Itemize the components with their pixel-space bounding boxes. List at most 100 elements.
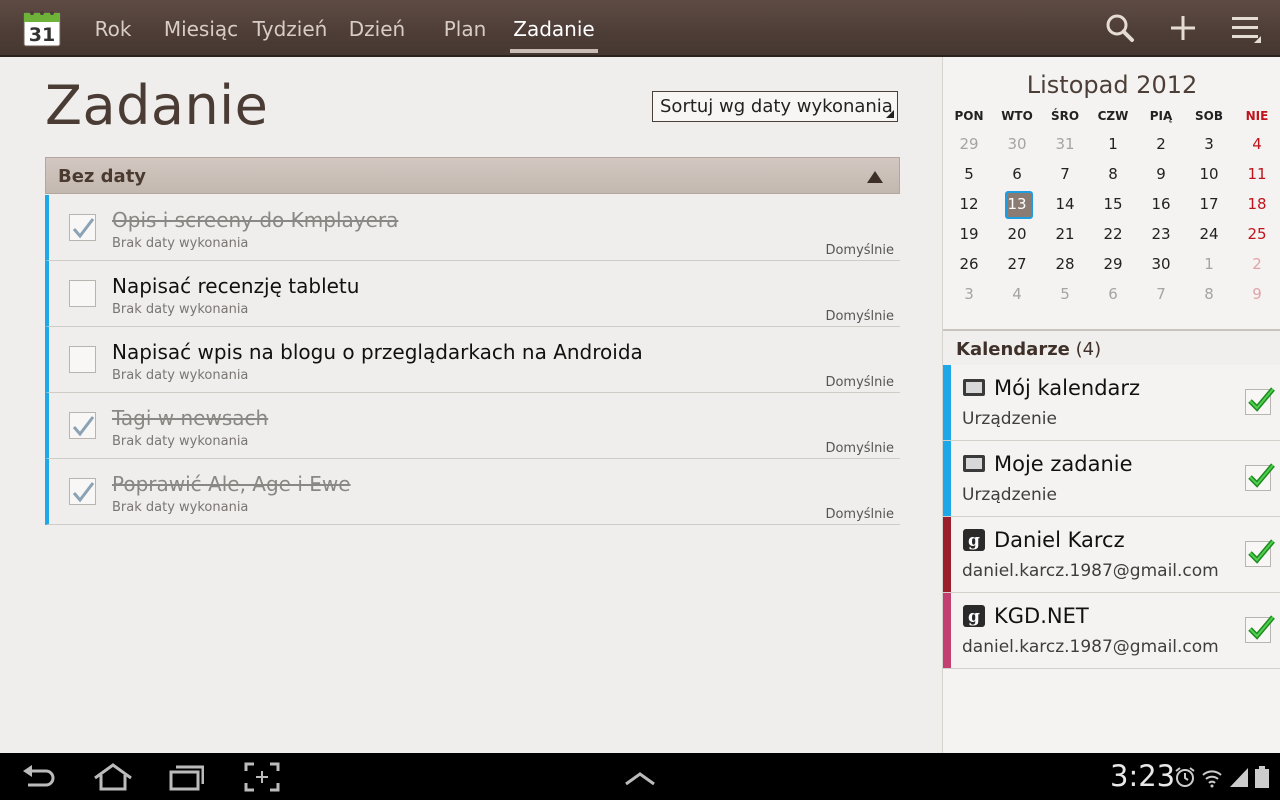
task-row[interactable]: Tagi w newsach Brak daty wykonania Domyś… bbox=[45, 393, 900, 459]
calendar-day[interactable]: 23 bbox=[1137, 221, 1185, 247]
dropdown-corner-icon bbox=[886, 110, 894, 118]
sort-dropdown-label: Sortuj wg daty wykonania bbox=[660, 96, 893, 117]
calendar-day[interactable]: 27 bbox=[993, 251, 1041, 277]
calendar-day[interactable]: 14 bbox=[1041, 191, 1089, 217]
calendar-day[interactable]: 18 bbox=[1233, 191, 1280, 217]
tab-dzien[interactable]: Dzień bbox=[348, 0, 406, 55]
screenshot-icon[interactable] bbox=[244, 762, 280, 792]
mini-calendar-month[interactable]: Listopad 2012 bbox=[943, 71, 1280, 99]
recent-apps-icon[interactable] bbox=[168, 762, 205, 792]
wifi-icon bbox=[1201, 766, 1223, 788]
calendar-day[interactable]: 7 bbox=[1041, 161, 1089, 187]
calendar-day[interactable]: 3 bbox=[1185, 131, 1233, 157]
calendars-header[interactable]: Kalendarze (4) bbox=[943, 329, 1280, 365]
task-checkbox[interactable] bbox=[69, 346, 96, 373]
calendar-day[interactable]: 8 bbox=[1089, 161, 1137, 187]
calendar-day[interactable]: 29 bbox=[1089, 251, 1137, 277]
calendar-day[interactable]: 9 bbox=[1233, 281, 1280, 307]
calendar-item[interactable]: Mój kalendarz Urządzenie bbox=[943, 365, 1280, 441]
signal-icon bbox=[1228, 766, 1250, 788]
task-row[interactable]: Poprawić Ale, Age i Ewe Brak daty wykona… bbox=[45, 459, 900, 525]
task-title: Napisać recenzję tabletu bbox=[112, 274, 360, 298]
task-row[interactable]: Opis i screeny do Kmplayera Brak daty wy… bbox=[45, 195, 900, 261]
task-row[interactable]: Napisać wpis na blogu o przeglądarkach n… bbox=[45, 327, 900, 393]
calendar-day[interactable]: 2 bbox=[1137, 131, 1185, 157]
calendar-day[interactable]: 17 bbox=[1185, 191, 1233, 217]
collapse-triangle-icon[interactable] bbox=[867, 171, 883, 183]
page-title: Zadanie bbox=[45, 74, 269, 137]
calendar-day[interactable]: 19 bbox=[945, 221, 993, 247]
tab-tydzien[interactable]: Tydzień bbox=[252, 0, 328, 55]
green-check-icon bbox=[1248, 539, 1275, 564]
weekday-label: NIE bbox=[1245, 109, 1269, 123]
calendar-day[interactable]: 16 bbox=[1137, 191, 1185, 217]
task-row[interactable]: Napisać recenzję tabletu Brak daty wykon… bbox=[45, 261, 900, 327]
home-icon[interactable] bbox=[92, 762, 134, 792]
calendar-day[interactable]: 28 bbox=[1041, 251, 1089, 277]
calendar-day[interactable]: 1 bbox=[1185, 251, 1233, 277]
calendar-day[interactable]: 31 bbox=[1041, 131, 1089, 157]
calendar-day[interactable]: 13 bbox=[993, 191, 1041, 219]
task-checkbox[interactable] bbox=[69, 412, 96, 439]
calendar-day[interactable]: 5 bbox=[945, 161, 993, 187]
calendar-day[interactable]: 21 bbox=[1041, 221, 1089, 247]
calendar-item[interactable]: g KGD.NET daniel.karcz.1987@gmail.com bbox=[943, 593, 1280, 669]
sort-dropdown[interactable]: Sortuj wg daty wykonania bbox=[652, 91, 898, 122]
task-due: Brak daty wykonania bbox=[112, 236, 249, 251]
calendar-day[interactable]: 10 bbox=[1185, 161, 1233, 187]
task-priority: Domyślnie bbox=[825, 441, 894, 456]
calendar-day[interactable]: 3 bbox=[945, 281, 993, 307]
calendar-day[interactable]: 6 bbox=[1089, 281, 1137, 307]
tab-plan[interactable]: Plan bbox=[440, 0, 490, 55]
calendar-day[interactable]: 1 bbox=[1089, 131, 1137, 157]
calendar-app-icon[interactable]: 31 bbox=[23, 9, 61, 47]
task-checkbox[interactable] bbox=[69, 214, 96, 241]
calendar-day[interactable]: 5 bbox=[1041, 281, 1089, 307]
calendar-checkbox[interactable] bbox=[1245, 539, 1275, 567]
calendar-day[interactable]: 25 bbox=[1233, 221, 1280, 247]
calendar-name: Mój kalendarz bbox=[994, 376, 1141, 400]
task-checkbox[interactable] bbox=[69, 478, 96, 505]
calendar-day[interactable]: 11 bbox=[1233, 161, 1280, 187]
tab-rok[interactable]: Rok bbox=[90, 0, 136, 55]
calendar-account: Urządzenie bbox=[962, 485, 1057, 505]
calendar-day[interactable]: 22 bbox=[1089, 221, 1137, 247]
tab-zadanie[interactable]: Zadanie bbox=[510, 0, 598, 55]
calendar-name: Daniel Karcz bbox=[994, 528, 1125, 552]
calendar-day[interactable]: 20 bbox=[993, 221, 1041, 247]
calendar-day[interactable]: 15 bbox=[1089, 191, 1137, 217]
calendar-item[interactable]: g Daniel Karcz daniel.karcz.1987@gmail.c… bbox=[943, 517, 1280, 593]
calendar-day[interactable]: 4 bbox=[1233, 131, 1280, 157]
calendar-day[interactable]: 7 bbox=[1137, 281, 1185, 307]
calendar-day[interactable]: 24 bbox=[1185, 221, 1233, 247]
calendar-day[interactable]: 4 bbox=[993, 281, 1041, 307]
calendar-day[interactable]: 26 bbox=[945, 251, 993, 277]
calendar-day[interactable]: 8 bbox=[1185, 281, 1233, 307]
weekday-label: PON bbox=[954, 109, 984, 123]
menu-icon[interactable] bbox=[1230, 12, 1262, 44]
task-due: Brak daty wykonania bbox=[112, 500, 249, 515]
add-icon[interactable] bbox=[1167, 12, 1199, 44]
calendar-day[interactable]: 12 bbox=[945, 191, 993, 217]
task-priority: Domyślnie bbox=[825, 309, 894, 324]
task-group-header[interactable]: Bez daty bbox=[45, 157, 900, 194]
calendar-checkbox[interactable] bbox=[1245, 387, 1275, 415]
calendar-checkbox[interactable] bbox=[1245, 615, 1275, 643]
battery-icon bbox=[1254, 766, 1270, 788]
task-title: Poprawić Ale, Age i Ewe bbox=[112, 472, 351, 496]
weekday-label: ŚRO bbox=[1050, 109, 1080, 123]
search-icon[interactable] bbox=[1104, 12, 1136, 44]
calendar-day[interactable]: 30 bbox=[993, 131, 1041, 157]
calendar-day[interactable]: 30 bbox=[1137, 251, 1185, 277]
calendar-day[interactable]: 9 bbox=[1137, 161, 1185, 187]
up-chevron-icon[interactable] bbox=[622, 762, 658, 792]
back-icon[interactable] bbox=[20, 762, 56, 792]
calendar-day[interactable]: 2 bbox=[1233, 251, 1280, 277]
task-title: Tagi w newsach bbox=[112, 406, 269, 430]
task-checkbox[interactable] bbox=[69, 280, 96, 307]
calendar-item[interactable]: Moje zadanie Urządzenie bbox=[943, 441, 1280, 517]
calendar-checkbox[interactable] bbox=[1245, 463, 1275, 491]
tab-miesiac[interactable]: Miesiąc bbox=[162, 0, 240, 55]
calendar-day[interactable]: 6 bbox=[993, 161, 1041, 187]
calendar-day[interactable]: 29 bbox=[945, 131, 993, 157]
